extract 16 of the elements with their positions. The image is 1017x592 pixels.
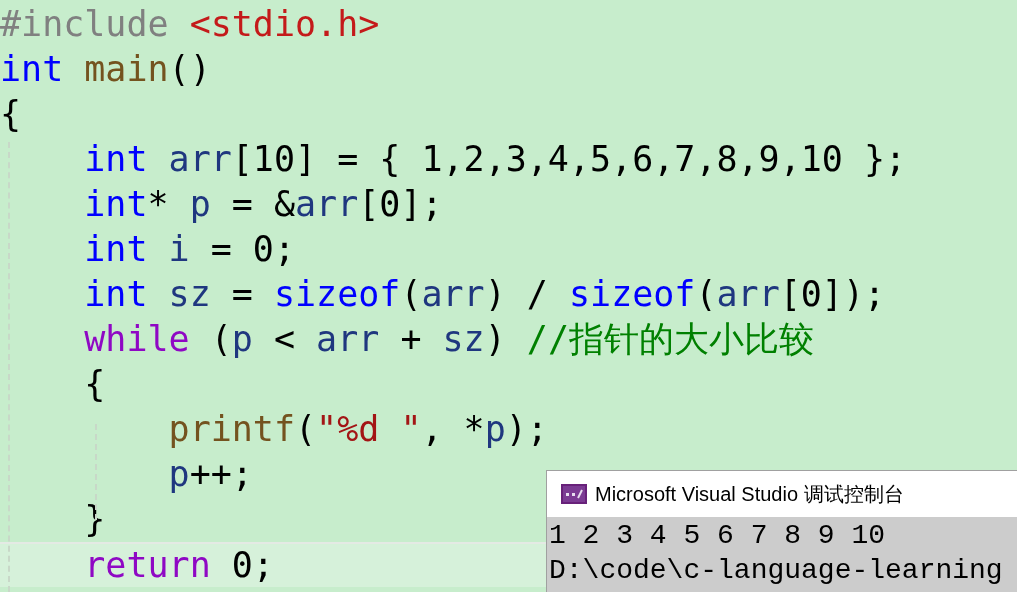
code-line: while (p < arr + sz) //指针的大小比较 <box>83 319 814 359</box>
code-line: { <box>0 94 22 134</box>
code-line: { <box>83 364 106 404</box>
code-line: p++; <box>167 454 253 494</box>
code-line: #include <stdio.h> <box>0 4 380 44</box>
code-line: int i = 0; <box>83 229 295 269</box>
code-line: printf("%d ", *p); <box>167 409 548 449</box>
code-line: int main() <box>0 49 211 89</box>
code-line: int sz = sizeof(arr) / sizeof(arr[0]); <box>83 274 886 314</box>
code-line: int arr[10] = { 1,2,3,4,5,6,7,8,9,10 }; <box>83 139 907 179</box>
console-title: Microsoft Visual Studio 调试控制台 <box>595 482 904 507</box>
console-output-line: 1 2 3 4 5 6 7 8 9 10 <box>549 520 886 551</box>
console-app-icon <box>561 484 587 504</box>
code-line: return 0; <box>83 545 274 585</box>
code-line: int* p = &arr[0]; <box>83 184 443 224</box>
console-output-line: D:\code\c-language-learning <box>549 555 1003 586</box>
